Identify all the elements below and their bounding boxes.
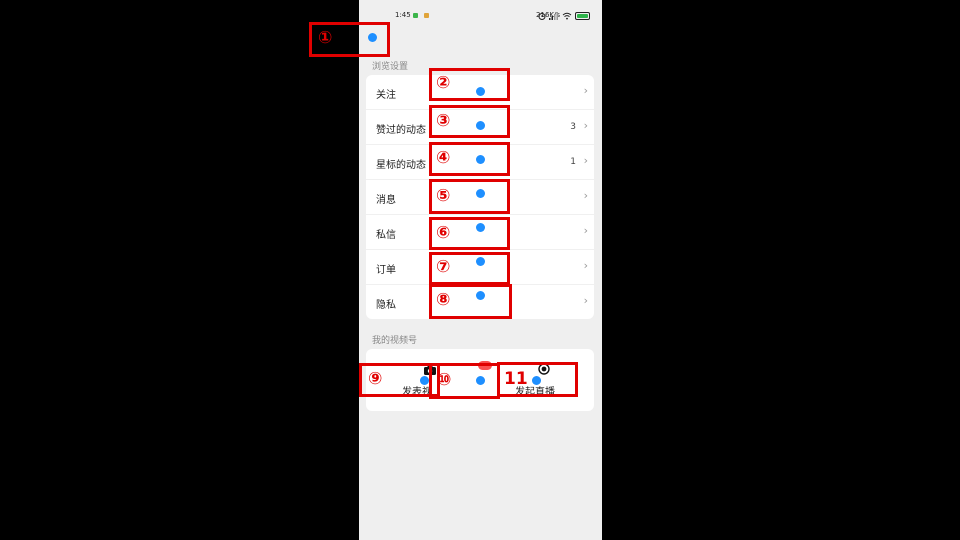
annotation-number-10: ⑩ (437, 370, 452, 390)
marker-dot (476, 189, 485, 198)
chevron-right-icon: › (583, 84, 588, 97)
row-label: 隐私 (376, 300, 396, 311)
annotation-number-1: ① (318, 28, 333, 48)
annotation-number-3: ③ (436, 111, 451, 131)
row-label: 订单 (376, 265, 396, 276)
row-label: 私信 (376, 230, 396, 241)
row-label: 消息 (376, 195, 396, 206)
marker-dot (476, 121, 485, 130)
status-notification-icons (413, 13, 429, 18)
marker-dot (476, 291, 485, 300)
annotation-number-9: ⑨ (368, 369, 383, 389)
chevron-right-icon: › (583, 154, 588, 167)
annotation-number-5: ⑤ (436, 186, 451, 206)
annotation-number-8: ⑧ (436, 290, 451, 310)
marker-dot (368, 33, 377, 42)
marker-dot (476, 376, 485, 385)
marker-dot (532, 376, 541, 385)
status-bar: 1:45 216K/s (359, 0, 602, 30)
app-notification-icon (413, 13, 418, 18)
chevron-right-icon: › (583, 259, 588, 272)
row-label: 星标的动态 (376, 160, 426, 171)
status-time: 1:45 (395, 11, 411, 19)
wifi-icon (562, 12, 572, 20)
browse-settings-title: 浏览设置 (372, 62, 409, 72)
annotation-number-2: ② (436, 73, 451, 93)
marker-dot (476, 223, 485, 232)
chevron-right-icon: › (583, 294, 588, 307)
app-notification-icon (424, 13, 429, 18)
annotation-number-4: ④ (436, 148, 451, 168)
row-count: 1 (570, 157, 576, 167)
annotation-number-11: 11 (504, 369, 528, 389)
alarm-icon (538, 13, 546, 20)
status-icons (538, 12, 590, 20)
signal-icon (549, 12, 558, 20)
marker-dot (476, 155, 485, 164)
row-label: 关注 (376, 90, 396, 101)
row-count: 3 (570, 122, 576, 132)
chevron-right-icon: › (583, 119, 588, 132)
marker-dot (476, 87, 485, 96)
marker-dot (476, 257, 485, 266)
my-channel-title: 我的视频号 (372, 336, 418, 346)
row-label: 赞过的动态 (376, 125, 426, 136)
chevron-right-icon: › (583, 224, 588, 237)
chevron-right-icon: › (583, 189, 588, 202)
annotation-number-6: ⑥ (436, 223, 451, 243)
marker-dot (420, 376, 429, 385)
annotation-number-7: ⑦ (436, 257, 451, 277)
battery-icon (575, 12, 590, 20)
